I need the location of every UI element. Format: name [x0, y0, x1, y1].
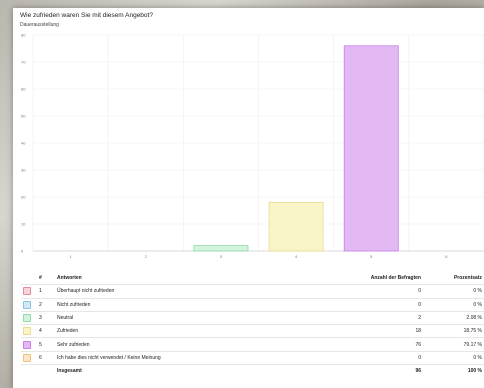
header-swatch — [21, 272, 37, 286]
y-tick-label: 70 — [21, 60, 26, 65]
header-number: # — [37, 272, 55, 286]
y-tick-label: 0 — [21, 249, 24, 254]
table-row: 4 Zufrieden 18 18.75 % — [21, 324, 484, 339]
x-tick-label: 1 — [69, 254, 72, 259]
row-answer: Ich habe dies nicht verwendet / Keine Me… — [55, 351, 299, 366]
header-answer: Antworten — [55, 272, 299, 286]
total-percent: 100 % — [467, 368, 482, 375]
header-percent: Prozentsatz — [423, 272, 484, 286]
table-row: 5 Sehr zufrieden 76 79.17 % — [21, 337, 484, 352]
x-tick-label: 3 — [220, 254, 223, 259]
row-count: 2 — [299, 311, 423, 326]
table-row: 6 Ich habe dies nicht verwendet / Keine M… — [21, 351, 484, 366]
row-number: 1 — [37, 284, 55, 299]
row-count: 76 — [299, 337, 423, 352]
row-number: 2 — [37, 298, 55, 312]
row-count: 0 — [299, 298, 423, 312]
y-tick-label: 20 — [21, 195, 26, 200]
row-percent: 0 % — [423, 298, 484, 312]
x-tick-label: 4 — [295, 254, 298, 259]
x-tick-label: 6 — [445, 254, 448, 259]
row-answer: Zufrieden — [55, 324, 299, 339]
row-percent: 0 % — [423, 351, 484, 366]
total-count: 96 — [415, 368, 421, 375]
table-row: 3 Neutral 2 2.08 % — [21, 311, 484, 326]
row-percent: 0 % — [423, 284, 484, 299]
row-count: 0 — [299, 351, 423, 366]
total-label: Insgesamt — [57, 368, 82, 375]
legend-swatch — [23, 327, 31, 336]
row-count: 0 — [299, 284, 423, 299]
row-percent: 2.08 % — [423, 311, 484, 326]
results-table: # Antworten Anzahl der Befragten Prozent… — [21, 272, 484, 377]
row-number: 5 — [37, 337, 55, 352]
bar-chart: 0 10 20 30 40 50 60 70 80 1 2 3 4 5 6 — [21, 33, 484, 259]
y-tick-label: 40 — [21, 141, 26, 146]
row-number: 6 — [37, 351, 55, 366]
legend-swatch — [23, 287, 31, 296]
row-answer: Sehr zufrieden — [55, 337, 299, 352]
row-answer: Überhaupt nicht zufrieden — [55, 284, 299, 299]
row-answer: Neutral — [55, 311, 299, 326]
legend-swatch — [23, 353, 31, 362]
bar-3 — [193, 245, 249, 252]
table-header-row: # Antworten Anzahl der Befragten Prozent… — [21, 272, 484, 286]
legend-swatch — [23, 340, 31, 349]
bar-5 — [343, 45, 399, 252]
row-number: 3 — [37, 311, 55, 326]
table-row: 2 Nicht zufrieden 0 0 % — [21, 298, 484, 312]
legend-swatch — [23, 314, 31, 323]
row-percent: 18.75 % — [423, 324, 484, 339]
y-tick-label: 60 — [21, 87, 26, 92]
header-count: Anzahl der Befragten — [299, 272, 423, 286]
row-number: 4 — [37, 324, 55, 339]
survey-card: Wie zufrieden waren Sie mit diesem Angeb… — [13, 8, 484, 388]
row-answer: Nicht zufrieden — [55, 298, 299, 312]
row-count: 18 — [299, 324, 423, 339]
y-tick-label: 80 — [21, 33, 26, 38]
y-tick-label: 10 — [21, 222, 26, 227]
y-tick-label: 50 — [21, 114, 26, 119]
bar-4 — [268, 201, 324, 252]
x-tick-label: 5 — [370, 254, 373, 259]
x-tick-label: 2 — [145, 254, 148, 259]
row-percent: 79.17 % — [423, 337, 484, 352]
y-tick-label: 30 — [21, 168, 26, 173]
table-row: 1 Überhaupt nicht zufrieden 0 0 % — [21, 284, 484, 299]
total-row: Insgesamt 96 100 % — [21, 365, 484, 378]
legend-swatch — [23, 300, 31, 309]
